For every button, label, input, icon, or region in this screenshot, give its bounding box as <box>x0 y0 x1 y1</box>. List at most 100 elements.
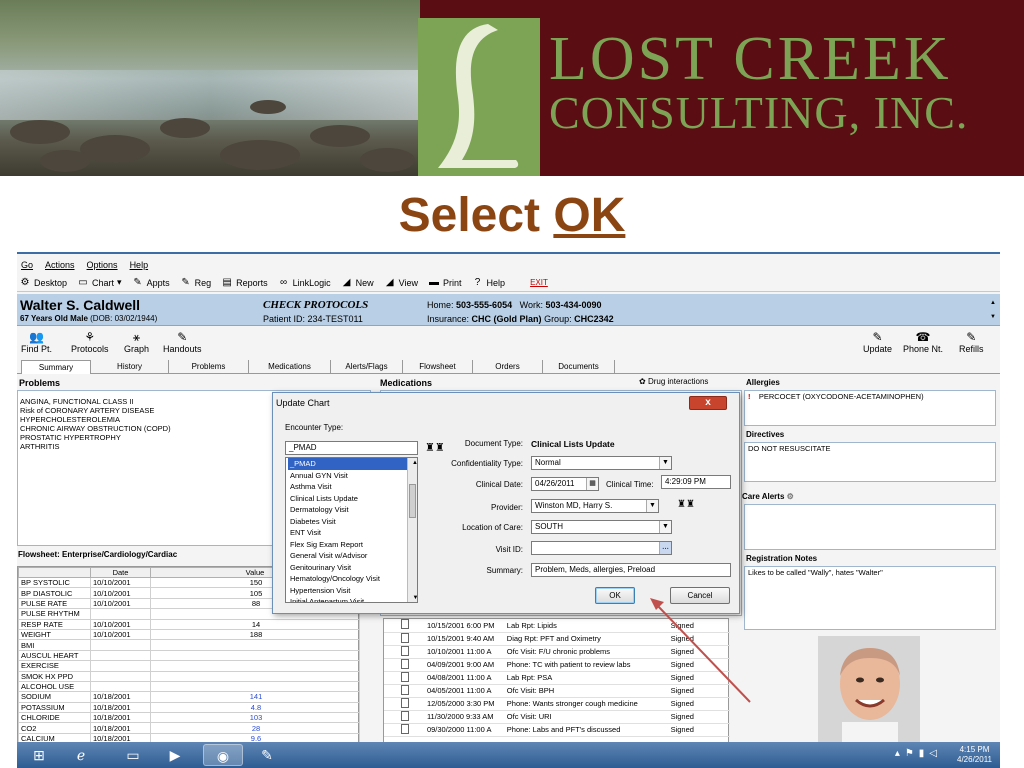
flowsheet-row[interactable]: CO2 10/18/2001 28 <box>18 722 360 734</box>
slide-banner: LOST CREEK CONSULTING, INC. <box>0 0 1024 176</box>
encounter-option[interactable]: Diabetes Visit <box>288 516 417 528</box>
taskbar-explorer[interactable]: ▭ <box>113 744 153 766</box>
patient-name: Walter S. Caldwell <box>20 297 141 313</box>
clinical-date-input[interactable]: 04/26/2011 ▦ <box>531 477 599 491</box>
ok-button[interactable]: OK <box>595 587 635 604</box>
toolbar-new-button[interactable]: ◢ New <box>341 277 374 288</box>
tab-flowsheet[interactable]: Flowsheet <box>403 360 473 374</box>
pen-icon: ✎ <box>181 277 190 288</box>
clinical-time-input[interactable]: 4:29:09 PM <box>661 475 731 489</box>
find-patient-button[interactable]: 👥 Find Pt. <box>21 330 52 354</box>
menu-actions[interactable]: Actions <box>45 260 75 274</box>
encounter-type-input[interactable]: _PMAD <box>285 441 418 455</box>
flowsheet-cell-date <box>90 649 151 662</box>
encounter-option[interactable]: Hematology/Oncology Visit <box>288 573 417 585</box>
encounter-type-list[interactable]: _PMAD Annual GYN Visit Asthma Visit Clinica… <box>285 457 418 603</box>
update-button[interactable]: ✎ Update <box>863 330 892 354</box>
flowsheet-cell-value: 141 <box>150 691 360 703</box>
encounter-option[interactable]: _PMAD <box>288 458 417 470</box>
encounter-option[interactable]: Clinical Lists Update <box>288 493 417 505</box>
tab-documents[interactable]: Documents <box>543 360 615 374</box>
toolbar-reg-button[interactable]: ✎ Reg <box>180 277 211 288</box>
flowsheet-row[interactable]: RESP RATE 10/10/2001 14 <box>18 618 360 630</box>
tab-orders[interactable]: Orders <box>473 360 543 374</box>
encounter-option[interactable]: Genitourinary Visit <box>288 562 417 574</box>
document-row[interactable]: 09/30/2000 11:00 A Phone: Labs and PFT's … <box>384 723 730 737</box>
scroll-down-icon[interactable]: ▼ <box>410 593 417 603</box>
flowsheet-row[interactable]: POTASSIUM 10/18/2001 4.8 <box>18 701 360 714</box>
tab-history[interactable]: History <box>91 360 169 374</box>
graph-button[interactable]: ⚹ Graph <box>124 330 149 354</box>
dialog-close-button[interactable]: x <box>689 396 727 410</box>
encounter-option[interactable]: General Visit w/Advisor <box>288 550 417 562</box>
flowsheet-row[interactable]: BMI <box>18 639 360 651</box>
calendar-icon[interactable]: ▦ <box>586 478 598 490</box>
system-tray[interactable]: ▴⚑▮◁ <box>895 748 942 759</box>
menu-go[interactable]: Go <box>21 260 33 274</box>
check-protocols-link[interactable]: CHECK PROTOCOLS <box>263 299 368 311</box>
toolbar-reports-button[interactable]: ▤ Reports <box>221 277 267 288</box>
taskbar-paint[interactable]: ✎ <box>247 744 287 766</box>
visit-id-input[interactable]: … <box>531 541 672 555</box>
more-options-icon[interactable]: … <box>659 542 671 554</box>
binoculars-icon[interactable]: ♜♜ <box>425 441 445 454</box>
scroll-up-icon[interactable]: ▲ <box>410 458 417 470</box>
toolbar-desktop-button[interactable]: ⚙ Desktop <box>19 277 68 288</box>
menu-options[interactable]: Options <box>87 260 118 274</box>
chart-dropdown-icon[interactable]: ▾ <box>117 277 122 288</box>
toolbar-linklogic-button[interactable]: ∞ LinkLogic <box>278 277 331 288</box>
handouts-button[interactable]: ✎ Handouts <box>163 330 202 354</box>
encounter-option[interactable]: ENT Visit <box>288 527 417 539</box>
confidentiality-select[interactable]: Normal ▼ <box>531 456 672 470</box>
clock[interactable]: 4:15 PM 4/26/2011 <box>957 745 992 765</box>
tab-alerts-flags[interactable]: Alerts/Flags <box>331 360 403 374</box>
toolbar-print-button[interactable]: ▬ Print <box>428 277 462 288</box>
start-button[interactable]: ⊞ <box>19 744 59 766</box>
taskbar-media[interactable]: ▶ <box>155 744 195 766</box>
directive-entry[interactable]: DO NOT RESUSCITATE <box>745 443 995 454</box>
taskbar-ehr[interactable]: ◉ <box>203 744 243 766</box>
encounter-option[interactable]: Dermatology Visit <box>288 504 417 516</box>
refills-button[interactable]: ✎ Refills <box>959 330 984 354</box>
flowsheet-row[interactable]: WEIGHT 10/10/2001 188 <box>18 628 360 641</box>
taskbar-ie[interactable]: ℯ <box>61 744 101 766</box>
flowsheet-cell-name: BMI <box>18 639 91 651</box>
tab-summary[interactable]: Summary <box>21 360 91 374</box>
phone-note-button[interactable]: ☎ Phone Nt. <box>903 330 943 354</box>
toolbar-exit-button[interactable]: EXIT <box>515 277 548 288</box>
flowsheet-row[interactable]: CHLORIDE 10/18/2001 103 <box>18 712 360 724</box>
document-row[interactable]: 11/30/2000 9:33 AM Ofc Visit: URI Signed <box>384 710 730 724</box>
flowsheet-row[interactable]: SODIUM 10/18/2001 141 <box>18 691 360 703</box>
location-select[interactable]: SOUTH ▼ <box>531 520 672 534</box>
flowsheet-row[interactable]: EXERCISE <box>18 660 360 672</box>
encounter-option[interactable]: Flex Sig Exam Report <box>288 539 417 551</box>
tab-problems[interactable]: Problems <box>169 360 249 374</box>
toolbar-appts-button[interactable]: ✎ Appts <box>132 277 170 288</box>
encounter-option[interactable]: Asthma Visit <box>288 481 417 493</box>
clinical-date-label: Clinical Date: <box>475 480 523 489</box>
provider-search-icon[interactable]: ♜♜ <box>677 499 695 510</box>
encounter-option[interactable]: Initial Antepartum Visit <box>288 596 417 602</box>
toolbar-help-button[interactable]: ? Help <box>472 277 505 288</box>
encounter-option[interactable]: Hypertension Visit <box>288 585 417 597</box>
menu-help[interactable]: Help <box>130 260 149 274</box>
toolbar-label: Appts <box>146 277 170 288</box>
encounter-list-scrollbar[interactable]: ▲ ▼ <box>407 458 417 603</box>
provider-select[interactable]: Winston MD, Harry S. ▼ <box>531 499 659 513</box>
flowsheet-cell-value: 28 <box>150 722 360 734</box>
tab-medications[interactable]: Medications <box>249 360 331 374</box>
patient-banner: Walter S. Caldwell 67 Years Old Male (DO… <box>17 294 1000 326</box>
flowsheet-row[interactable]: SMOK HX PPD <box>18 670 360 682</box>
toolbar-chart-button[interactable]: ▭ Chart ▾ <box>77 277 122 288</box>
toolbar-view-button[interactable]: ◢ View <box>384 277 418 288</box>
protocols-button[interactable]: ⚘ Protocols <box>71 330 109 354</box>
summary-input[interactable]: Problem, Meds, allergies, Preload <box>531 563 731 577</box>
allergy-entry[interactable]: ! PERCOCET (OXYCODONE-ACETAMINOPHEN) <box>745 391 995 402</box>
drug-interactions-button[interactable]: ✿ Drug interactions <box>639 377 708 386</box>
encounter-option[interactable]: Annual GYN Visit <box>288 470 417 482</box>
scroll-thumb[interactable] <box>409 484 416 518</box>
flowsheet-row[interactable]: AUSCUL HEART <box>18 649 360 662</box>
flowsheet-row[interactable]: ALCOHOL USE <box>18 680 360 693</box>
confidentiality-label: Confidentiality Type: <box>451 459 523 468</box>
patient-bar-scroll[interactable]: ▲ ▼ <box>988 296 998 324</box>
